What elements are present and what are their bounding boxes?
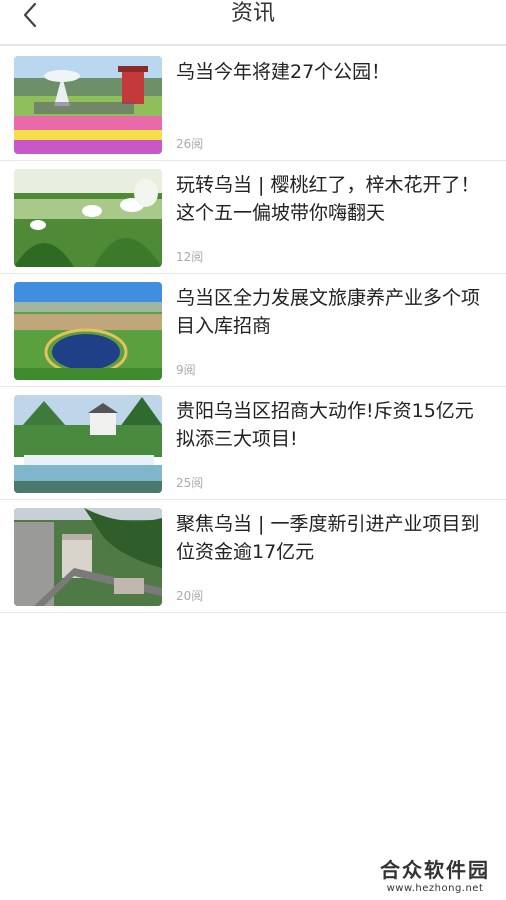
news-title: 玩转乌当 | 樱桃红了，梓木花开了！这个五一偏坡带你嗨翻天	[176, 174, 480, 224]
news-item[interactable]: 玩转乌当 | 樱桃红了，梓木花开了！这个五一偏坡带你嗨翻天 12阅	[0, 161, 506, 274]
news-thumbnail-city	[14, 508, 162, 606]
news-item[interactable]: 聚焦乌当 | 一季度新引进产业项目到位资金逾17亿元 20阅	[0, 500, 506, 613]
news-title: 贵阳乌当区招商大动作!斥资15亿元拟添三大项目!	[176, 400, 474, 450]
news-read-count: 25阅	[176, 476, 204, 490]
news-read-count: 26阅	[176, 137, 204, 151]
news-item[interactable]: 贵阳乌当区招商大动作!斥资15亿元拟添三大项目! 25阅	[0, 387, 506, 500]
news-read-count: 20阅	[176, 589, 204, 603]
news-title: 聚焦乌当 | 一季度新引进产业项目到位资金逾17亿元	[176, 513, 480, 563]
page-title: 资讯	[230, 1, 275, 26]
news-thumbnail-waterfall	[14, 395, 162, 493]
watermark-name: 合众软件园	[380, 858, 490, 882]
news-thumbnail-lake	[14, 282, 162, 380]
news-thumbnail-flowers	[14, 169, 162, 267]
news-list: 乌当今年将建27个公园！ 26阅 玩转乌当 | 樱桃红了，梓木花开了！这个五一偏…	[0, 48, 506, 613]
news-title: 乌当区全力发展文旅康养产业多个项目入库招商	[176, 287, 481, 337]
news-read-count: 9阅	[176, 363, 196, 377]
watermark-logo: 合众软件园 www.hezhong.net	[370, 854, 500, 894]
news-title: 乌当今年将建27个公园！	[176, 61, 391, 83]
news-item[interactable]: 乌当区全力发展文旅康养产业多个项目入库招商 9阅	[0, 274, 506, 387]
watermark-url: www.hezhong.net	[386, 883, 484, 894]
top-bar: 资讯	[0, 0, 506, 46]
news-thumbnail-park	[14, 56, 162, 154]
news-item[interactable]: 乌当今年将建27个公园！ 26阅	[0, 48, 506, 161]
news-read-count: 12阅	[176, 250, 204, 264]
